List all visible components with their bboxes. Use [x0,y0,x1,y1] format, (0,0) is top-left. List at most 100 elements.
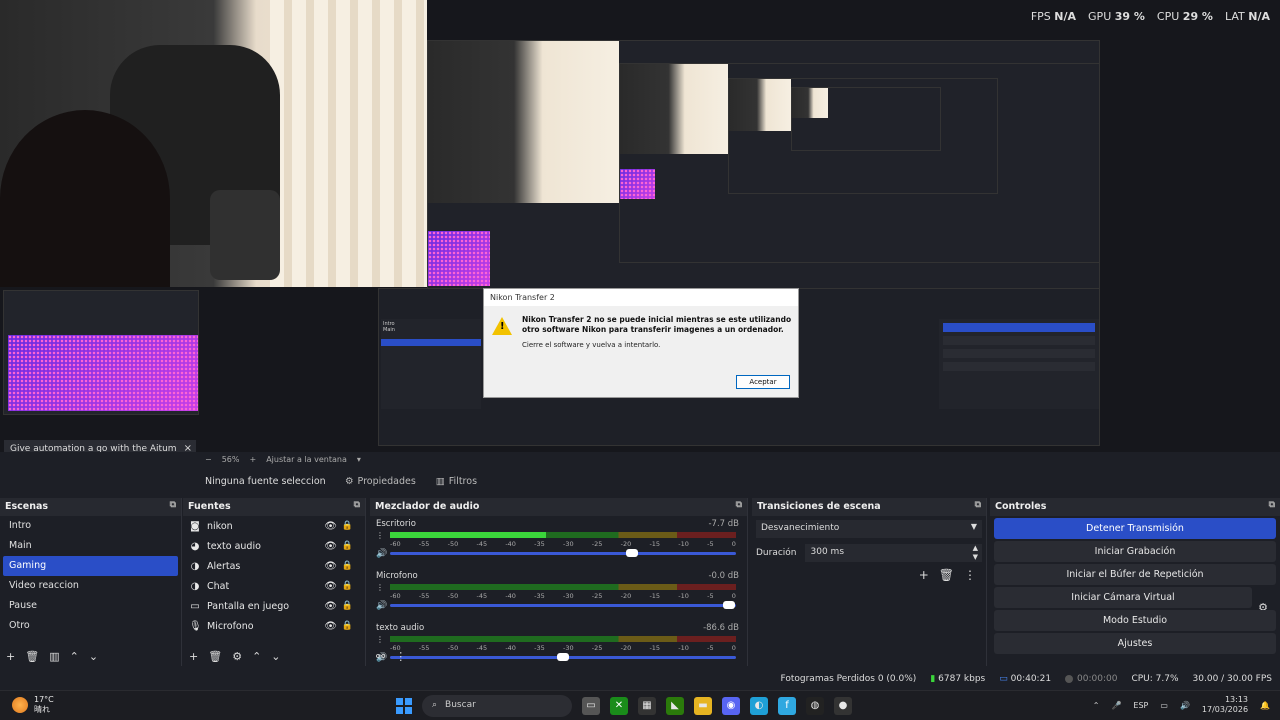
scale-tick: -40 [505,540,516,548]
volume-icon[interactable]: 🔊 [1180,701,1190,710]
speaker-icon[interactable]: 🔊 [376,601,387,611]
store-icon[interactable]: ▦ [638,697,656,715]
audio-icon: ◕ [190,540,200,552]
properties-button[interactable]: ⚙ Propiedades [345,476,416,487]
scene-item[interactable]: Main [3,536,178,556]
browser-dock-preview [3,290,199,415]
eye-icon[interactable]: 👁 [324,561,337,572]
filter-icon: ▥ [435,475,445,487]
source-item[interactable]: ▭ Pantalla en juego 👁 🔒 [183,596,365,616]
nvidia-icon[interactable]: ◣ [666,697,684,715]
microphone-icon[interactable]: 🎤 [1111,701,1121,710]
transition-select[interactable]: Desvanecimiento ▼ [756,520,982,538]
source-label: Microfono [207,620,254,632]
trash-icon[interactable]: 🗑 [25,650,39,663]
task-view-icon[interactable]: ▭ [582,697,600,715]
start-recording-button[interactable]: Iniciar Grabación [994,541,1276,562]
source-item[interactable]: ◕ texto audio 👁 🔒 [183,536,365,556]
eye-icon[interactable]: 👁 [324,621,337,632]
network-icon[interactable]: ▭ [1160,701,1168,710]
chevron-up-icon[interactable]: ⌃ [252,650,261,663]
virtual-camera-button[interactable]: Iniciar Cámara Virtual [994,587,1252,608]
scale-tick: -20 [620,592,632,600]
eye-icon[interactable]: 👁 [324,581,337,592]
chevron-down-icon[interactable]: ⌄ [271,650,280,663]
language-indicator[interactable]: ESP [1133,701,1148,710]
lock-icon[interactable]: 🔒 [342,621,353,631]
zoom-out-icon[interactable]: − [205,455,212,464]
duration-input[interactable]: 300 ms ▲ ▼ [804,544,982,562]
scene-item[interactable]: Intro [3,516,178,536]
fit-window-option[interactable]: Ajustar a la ventana [266,455,347,464]
app-f-icon[interactable]: f [778,697,796,715]
obs-icon[interactable]: ● [834,697,852,715]
undock-icon[interactable]: ⧉ [354,500,360,510]
clock[interactable]: 13:13 17/03/2026 [1202,695,1248,715]
settings-button[interactable]: Ajustes [994,633,1276,654]
scale-tick: -20 [620,540,632,548]
steam-icon[interactable]: ◍ [806,697,824,715]
speaker-icon[interactable]: 🔊 [376,549,387,559]
notification-icon[interactable]: 🔔 [1260,701,1270,710]
sources-title: Fuentes [188,501,231,512]
trash-icon[interactable]: 🗑 [208,650,222,663]
lock-icon[interactable]: 🔒 [342,601,353,611]
chevron-up-icon[interactable]: ⌃ [1093,701,1100,710]
chevron-down-icon[interactable]: ▾ [357,455,361,464]
menu-icon[interactable]: ⋮ [376,583,384,593]
mixer-toolbar: ⚯ ⋮ [370,648,747,664]
undock-icon[interactable]: ⧉ [975,500,981,510]
filters-button[interactable]: ▥ Filtros [436,476,477,487]
eye-icon[interactable]: 👁 [324,521,337,532]
replay-buffer-button[interactable]: Iniciar el Búfer de Repetición [994,564,1276,585]
close-icon[interactable]: × [184,443,192,452]
menu-icon[interactable]: ⋮ [376,635,384,645]
menu-icon[interactable]: ⋮ [376,531,384,541]
edge-icon[interactable]: ◐ [750,697,768,715]
chevron-up-icon[interactable]: ⌃ [70,650,79,663]
lock-icon[interactable]: 🔒 [342,581,353,591]
source-item[interactable]: 🎙 Microfono 👁 🔒 [183,616,365,636]
file-explorer-icon[interactable]: ▬ [694,697,712,715]
xbox-icon[interactable]: ✕ [610,697,628,715]
studio-mode-button[interactable]: Modo Estudio [994,610,1276,631]
lock-icon[interactable]: 🔒 [342,541,353,551]
filter-icon[interactable]: ▥ [49,650,59,663]
source-item[interactable]: ◙ nikon 👁 🔒 [183,516,365,536]
link-icon[interactable]: ⚯ [376,650,385,663]
bitrate: 6787 kbps [938,674,986,684]
scene-item[interactable]: Otro [3,616,178,636]
add-icon[interactable]: + [919,568,929,582]
add-icon[interactable]: + [189,650,198,663]
eye-icon[interactable]: 👁 [324,601,337,612]
trash-icon[interactable]: 🗑 [939,568,954,582]
start-icon[interactable] [396,698,412,714]
lock-icon[interactable]: 🔒 [342,561,353,571]
stop-stream-button[interactable]: Detener Transmisión [994,518,1276,539]
eye-icon[interactable]: 👁 [324,541,337,552]
spinner-icon[interactable]: ▲ ▼ [973,544,978,562]
scene-item[interactable]: Pause [3,596,178,616]
taskbar-search[interactable]: ⌕ Buscar [422,695,572,717]
preview-canvas[interactable]: Intro Main Nikon Transfer 2 ! Nikon Trans… [0,0,1280,452]
undock-icon[interactable]: ⧉ [1269,500,1275,510]
add-icon[interactable]: + [6,650,15,663]
lock-icon[interactable]: 🔒 [342,521,353,531]
menu-icon[interactable]: ⋮ [395,650,406,663]
scene-item[interactable]: Gaming [3,556,178,576]
dialog-accept-button[interactable]: Aceptar [736,375,790,389]
volume-slider[interactable] [390,549,736,557]
undock-icon[interactable]: ⧉ [736,500,742,510]
weather-widget[interactable]: 17°C 晴れ [12,695,54,715]
discord-icon[interactable]: ◉ [722,697,740,715]
volume-slider[interactable] [390,601,736,609]
menu-icon[interactable]: ⋮ [964,568,976,582]
undock-icon[interactable]: ⧉ [170,500,176,510]
source-item[interactable]: ◑ Alertas 👁 🔒 [183,556,365,576]
source-item[interactable]: ◑ Chat 👁 🔒 [183,576,365,596]
gear-icon[interactable]: ⚙ [232,650,242,663]
scale-tick: -5 [707,540,714,548]
zoom-in-icon[interactable]: + [249,455,256,464]
chevron-down-icon[interactable]: ⌄ [89,650,98,663]
scene-item[interactable]: Video reaccion [3,576,178,596]
